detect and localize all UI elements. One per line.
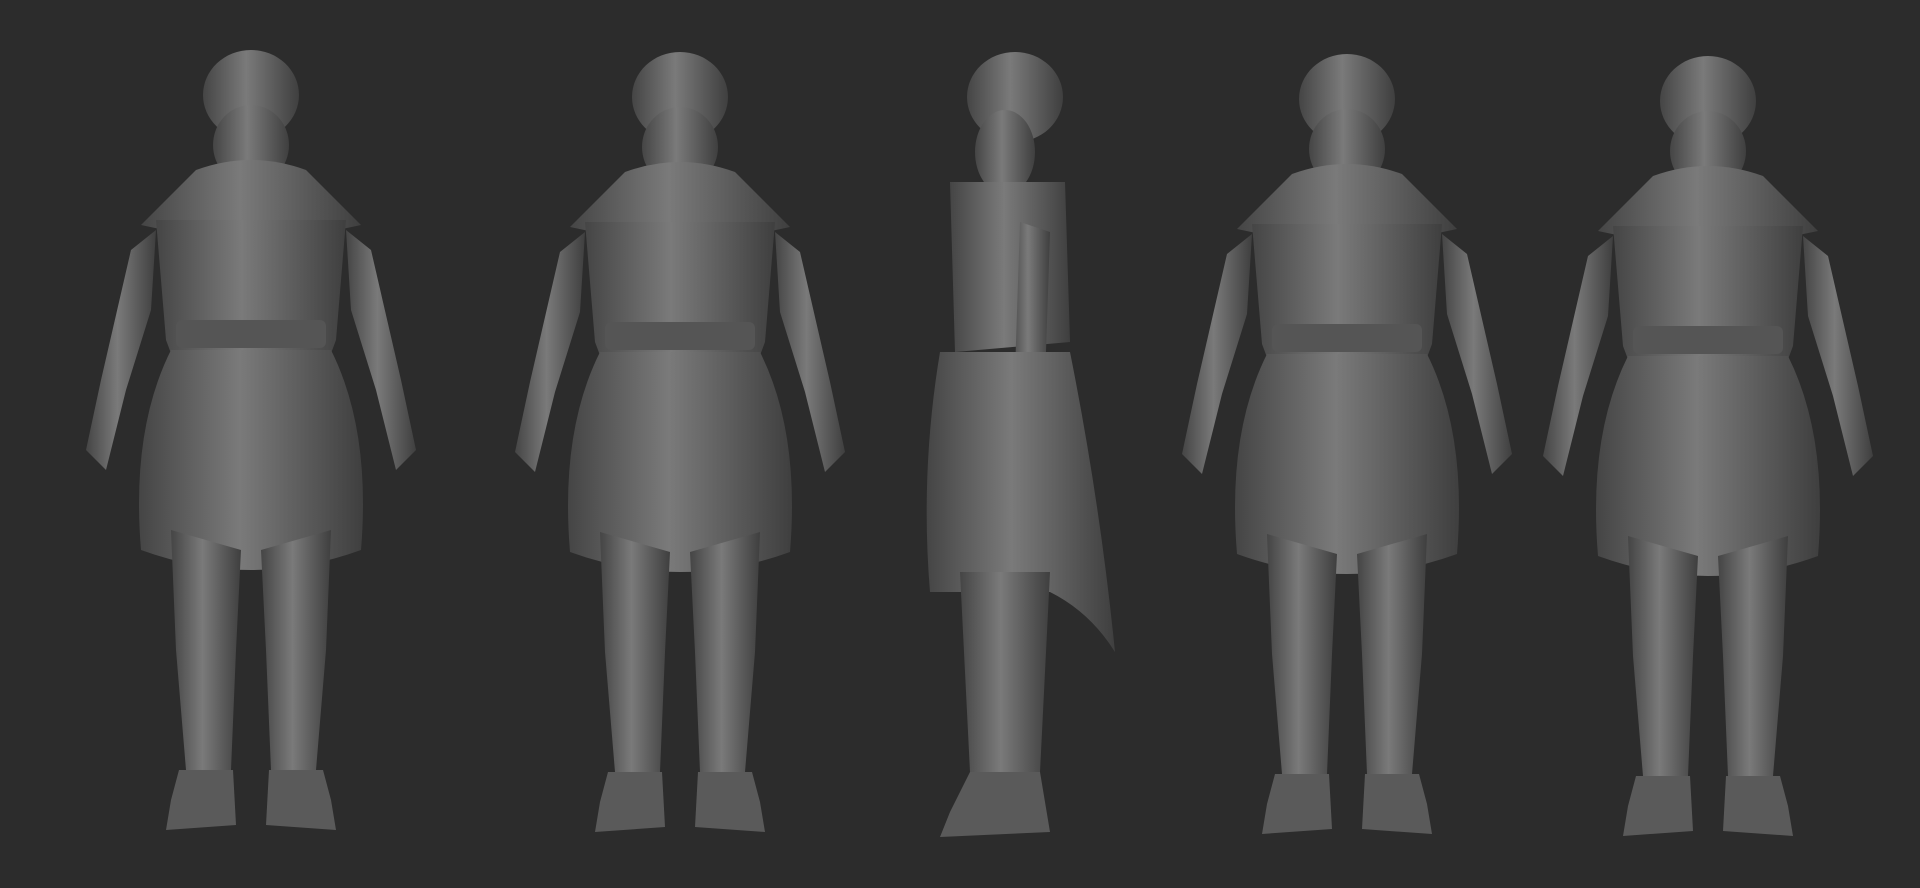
model-view-three-quarter-front (1182, 54, 1512, 834)
model-view-front (86, 50, 416, 830)
turnaround-render (86, 50, 1873, 837)
model-view-side (926, 52, 1115, 837)
model-view-three-quarter-back (1543, 56, 1873, 836)
model-view-back (515, 52, 845, 832)
